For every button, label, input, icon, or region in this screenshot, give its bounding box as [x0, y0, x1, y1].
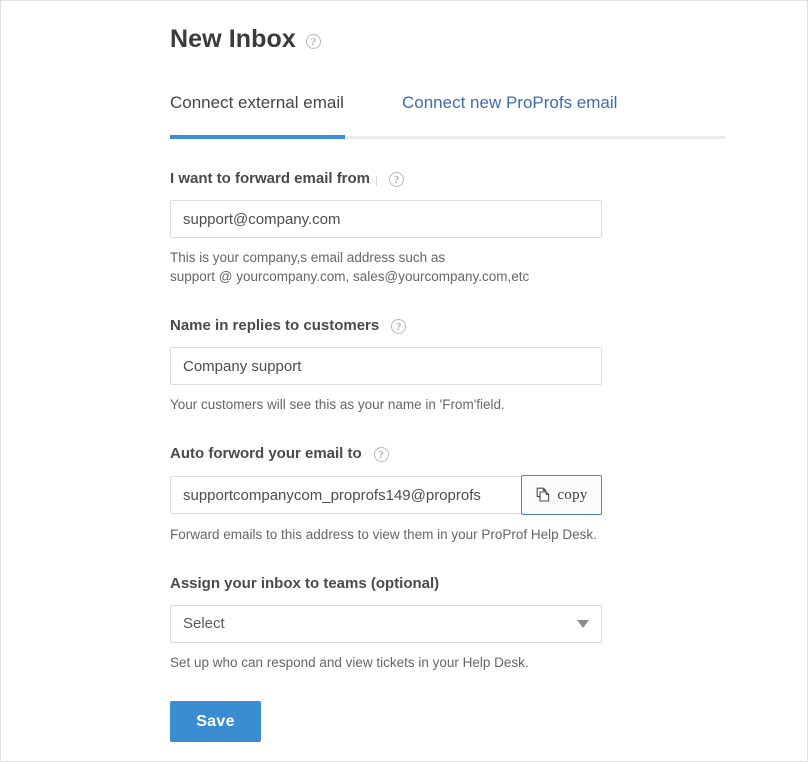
help-circle-icon-forward-from[interactable]: ? — [389, 172, 405, 187]
forward-from-label: I want to forward email from — [170, 170, 371, 187]
copy-button-label: copy — [557, 487, 588, 503]
auto-forward-helper: Forward emails to this address to view t… — [170, 527, 597, 542]
reply-name-input[interactable] — [170, 347, 602, 385]
field-forward-from: I want to forward email from ? This is y… — [170, 169, 770, 286]
forward-from-input[interactable] — [170, 200, 602, 238]
assign-teams-select-wrap: Select — [170, 605, 602, 643]
tab-connect-new-proprofs-email[interactable]: Connect new ProProfs email — [402, 92, 617, 136]
forward-from-helper-line-1: This is your company,s email address suc… — [170, 250, 446, 265]
forward-from-helper: This is your company,s email address suc… — [170, 248, 640, 286]
reply-name-helper: Your customers will see this as your nam… — [170, 397, 505, 412]
assign-teams-label-row: Assign your inbox to teams (optional) — [170, 574, 770, 594]
help-circle-icon-title[interactable]: ? — [305, 34, 321, 49]
label-divider-tick — [376, 175, 378, 186]
form-container: New Inbox ? Connect external email Conne… — [170, 1, 770, 742]
field-assign-teams: Assign your inbox to teams (optional) Se… — [170, 574, 770, 672]
page-title-row: New Inbox ? — [170, 1, 770, 55]
copy-pages-icon — [535, 487, 551, 503]
field-reply-name: Name in replies to customers ? Your cust… — [170, 316, 770, 414]
save-button[interactable]: Save — [170, 701, 261, 742]
tab-active-indicator — [170, 135, 345, 139]
copy-button[interactable]: copy — [521, 475, 602, 515]
help-circle-icon-reply-name[interactable]: ? — [391, 319, 407, 334]
tab-connect-external-email[interactable]: Connect external email — [170, 92, 344, 136]
auto-forward-label: Auto forword your email to — [170, 445, 362, 462]
field-auto-forward: Auto forword your email to ? copy — [170, 444, 770, 544]
assign-teams-select[interactable]: Select — [170, 605, 602, 643]
page-title: New Inbox — [170, 25, 296, 53]
tab-bar: Connect external email Connect new ProPr… — [170, 92, 725, 139]
help-circle-icon-auto-forward[interactable]: ? — [373, 447, 389, 462]
assign-teams-helper: Set up who can respond and view tickets … — [170, 655, 529, 670]
auto-forward-input-group: copy — [170, 475, 602, 515]
reply-name-label: Name in replies to customers — [170, 317, 380, 334]
assign-teams-label: Assign your inbox to teams (optional) — [170, 575, 440, 592]
forward-from-label-row: I want to forward email from ? — [170, 169, 770, 189]
forward-from-helper-line-2: support @ yourcompany.com, sales@yourcom… — [170, 269, 530, 284]
new-inbox-card: New Inbox ? Connect external email Conne… — [0, 0, 808, 762]
auto-forward-label-row: Auto forword your email to ? — [170, 444, 770, 464]
reply-name-label-row: Name in replies to customers ? — [170, 316, 770, 336]
